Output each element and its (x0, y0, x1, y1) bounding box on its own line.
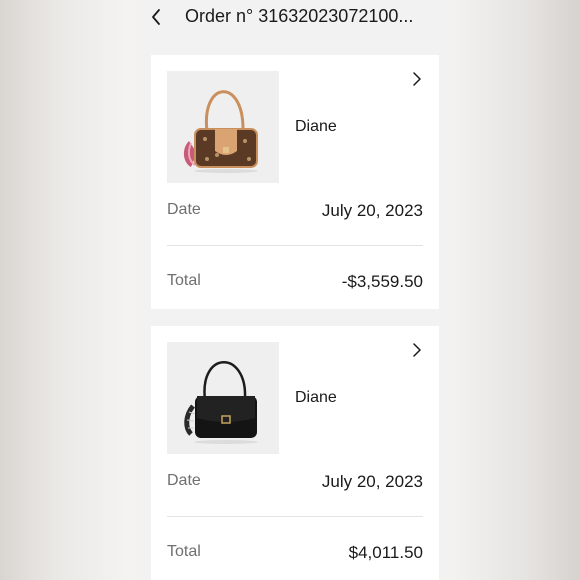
open-order-item-button[interactable] (411, 72, 423, 86)
total-label: Total (167, 543, 201, 560)
date-label: Date (167, 201, 201, 218)
divider (167, 245, 423, 246)
date-value: July 20, 2023 (321, 472, 423, 491)
order-item-card[interactable]: Diane Date July 20, 2023 Total $4,011.50 (151, 326, 439, 580)
chevron-right-icon (413, 343, 421, 357)
divider (167, 516, 423, 517)
product-name: Diane (295, 118, 337, 135)
header: Order n° 31632023072100... (137, 0, 443, 38)
total-label: Total (167, 272, 201, 289)
product-name: Diane (295, 389, 337, 406)
total-value: -$3,559.50 (341, 272, 423, 291)
chevron-right-icon (413, 72, 421, 86)
date-label: Date (167, 472, 201, 489)
order-item-card[interactable]: Diane Date July 20, 2023 Total -$3,559.5… (151, 55, 439, 309)
chevron-left-icon (152, 9, 160, 25)
page-title: Order n° 31632023072100... (185, 6, 414, 26)
order-detail-screen: Order n° 31632023072100... Diane Date Ju… (137, 0, 443, 580)
open-order-item-button[interactable] (411, 343, 423, 357)
back-button[interactable] (145, 4, 167, 30)
product-image (167, 342, 279, 454)
total-value: $4,011.50 (348, 543, 423, 562)
date-value: July 20, 2023 (321, 201, 423, 220)
product-image (167, 71, 279, 183)
